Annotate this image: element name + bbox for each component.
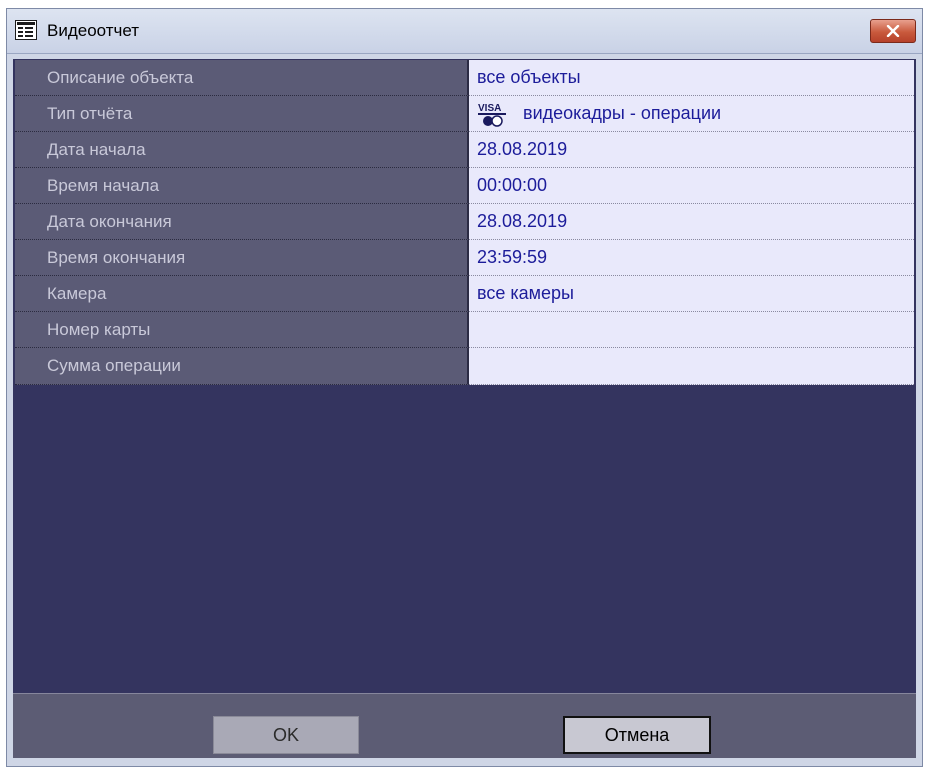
report-type-value: видеокадры - операции <box>523 103 722 123</box>
property-label: Сумма операции <box>15 348 469 385</box>
property-row-card-number[interactable]: Номер карты <box>15 312 914 348</box>
property-value[interactable]: 28.08.2019 <box>469 132 914 168</box>
property-row-end-date[interactable]: Дата окончания 28.08.2019 <box>15 204 914 240</box>
property-label: Номер карты <box>15 312 469 348</box>
properties-grid: Описание объекта все объекты Тип отчёта … <box>15 60 914 385</box>
property-row-start-time[interactable]: Время начала 00:00:00 <box>15 168 914 204</box>
property-label: Время начала <box>15 168 469 204</box>
window-title: Видеоотчет <box>47 21 140 40</box>
property-value[interactable]: 28.08.2019 <box>469 204 914 240</box>
property-label: Дата начала <box>15 132 469 168</box>
property-value[interactable] <box>469 312 914 348</box>
property-value[interactable]: 23:59:59 <box>469 240 914 276</box>
property-row-camera[interactable]: Камера все камеры <box>15 276 914 312</box>
property-value[interactable] <box>469 348 914 385</box>
properties-panel: Описание объекта все объекты Тип отчёта … <box>13 59 916 758</box>
property-value[interactable]: все камеры <box>469 276 914 312</box>
property-row-start-date[interactable]: Дата начала 28.08.2019 <box>15 132 914 168</box>
property-value[interactable]: все объекты <box>469 60 914 96</box>
cancel-button[interactable]: Отмена <box>563 716 711 754</box>
property-label: Тип отчёта <box>15 96 469 132</box>
app-window-icon <box>15 20 37 40</box>
button-bar: OK Отмена <box>13 693 916 758</box>
property-row-operation-amount[interactable]: Сумма операции <box>15 348 914 385</box>
property-label: Камера <box>15 276 469 312</box>
visa-card-icon: VISA <box>477 101 511 127</box>
property-row-end-time[interactable]: Время окончания 23:59:59 <box>15 240 914 276</box>
video-report-window: Видеоотчет Описание объекта все объекты … <box>6 8 923 767</box>
property-label: Время окончания <box>15 240 469 276</box>
close-button[interactable] <box>870 19 916 43</box>
title-bar[interactable]: Видеоотчет <box>7 9 922 54</box>
property-label: Дата окончания <box>15 204 469 240</box>
close-icon <box>886 25 900 37</box>
property-value[interactable]: 00:00:00 <box>469 168 914 204</box>
property-row-report-type[interactable]: Тип отчёта VISA видеокадры - операции <box>15 96 914 132</box>
property-label: Описание объекта <box>15 60 469 96</box>
ok-button[interactable]: OK <box>213 716 359 754</box>
svg-text:VISA: VISA <box>478 103 501 114</box>
property-row-object-description[interactable]: Описание объекта все объекты <box>15 60 914 96</box>
property-value-report-type[interactable]: VISA видеокадры - операции <box>469 96 914 132</box>
